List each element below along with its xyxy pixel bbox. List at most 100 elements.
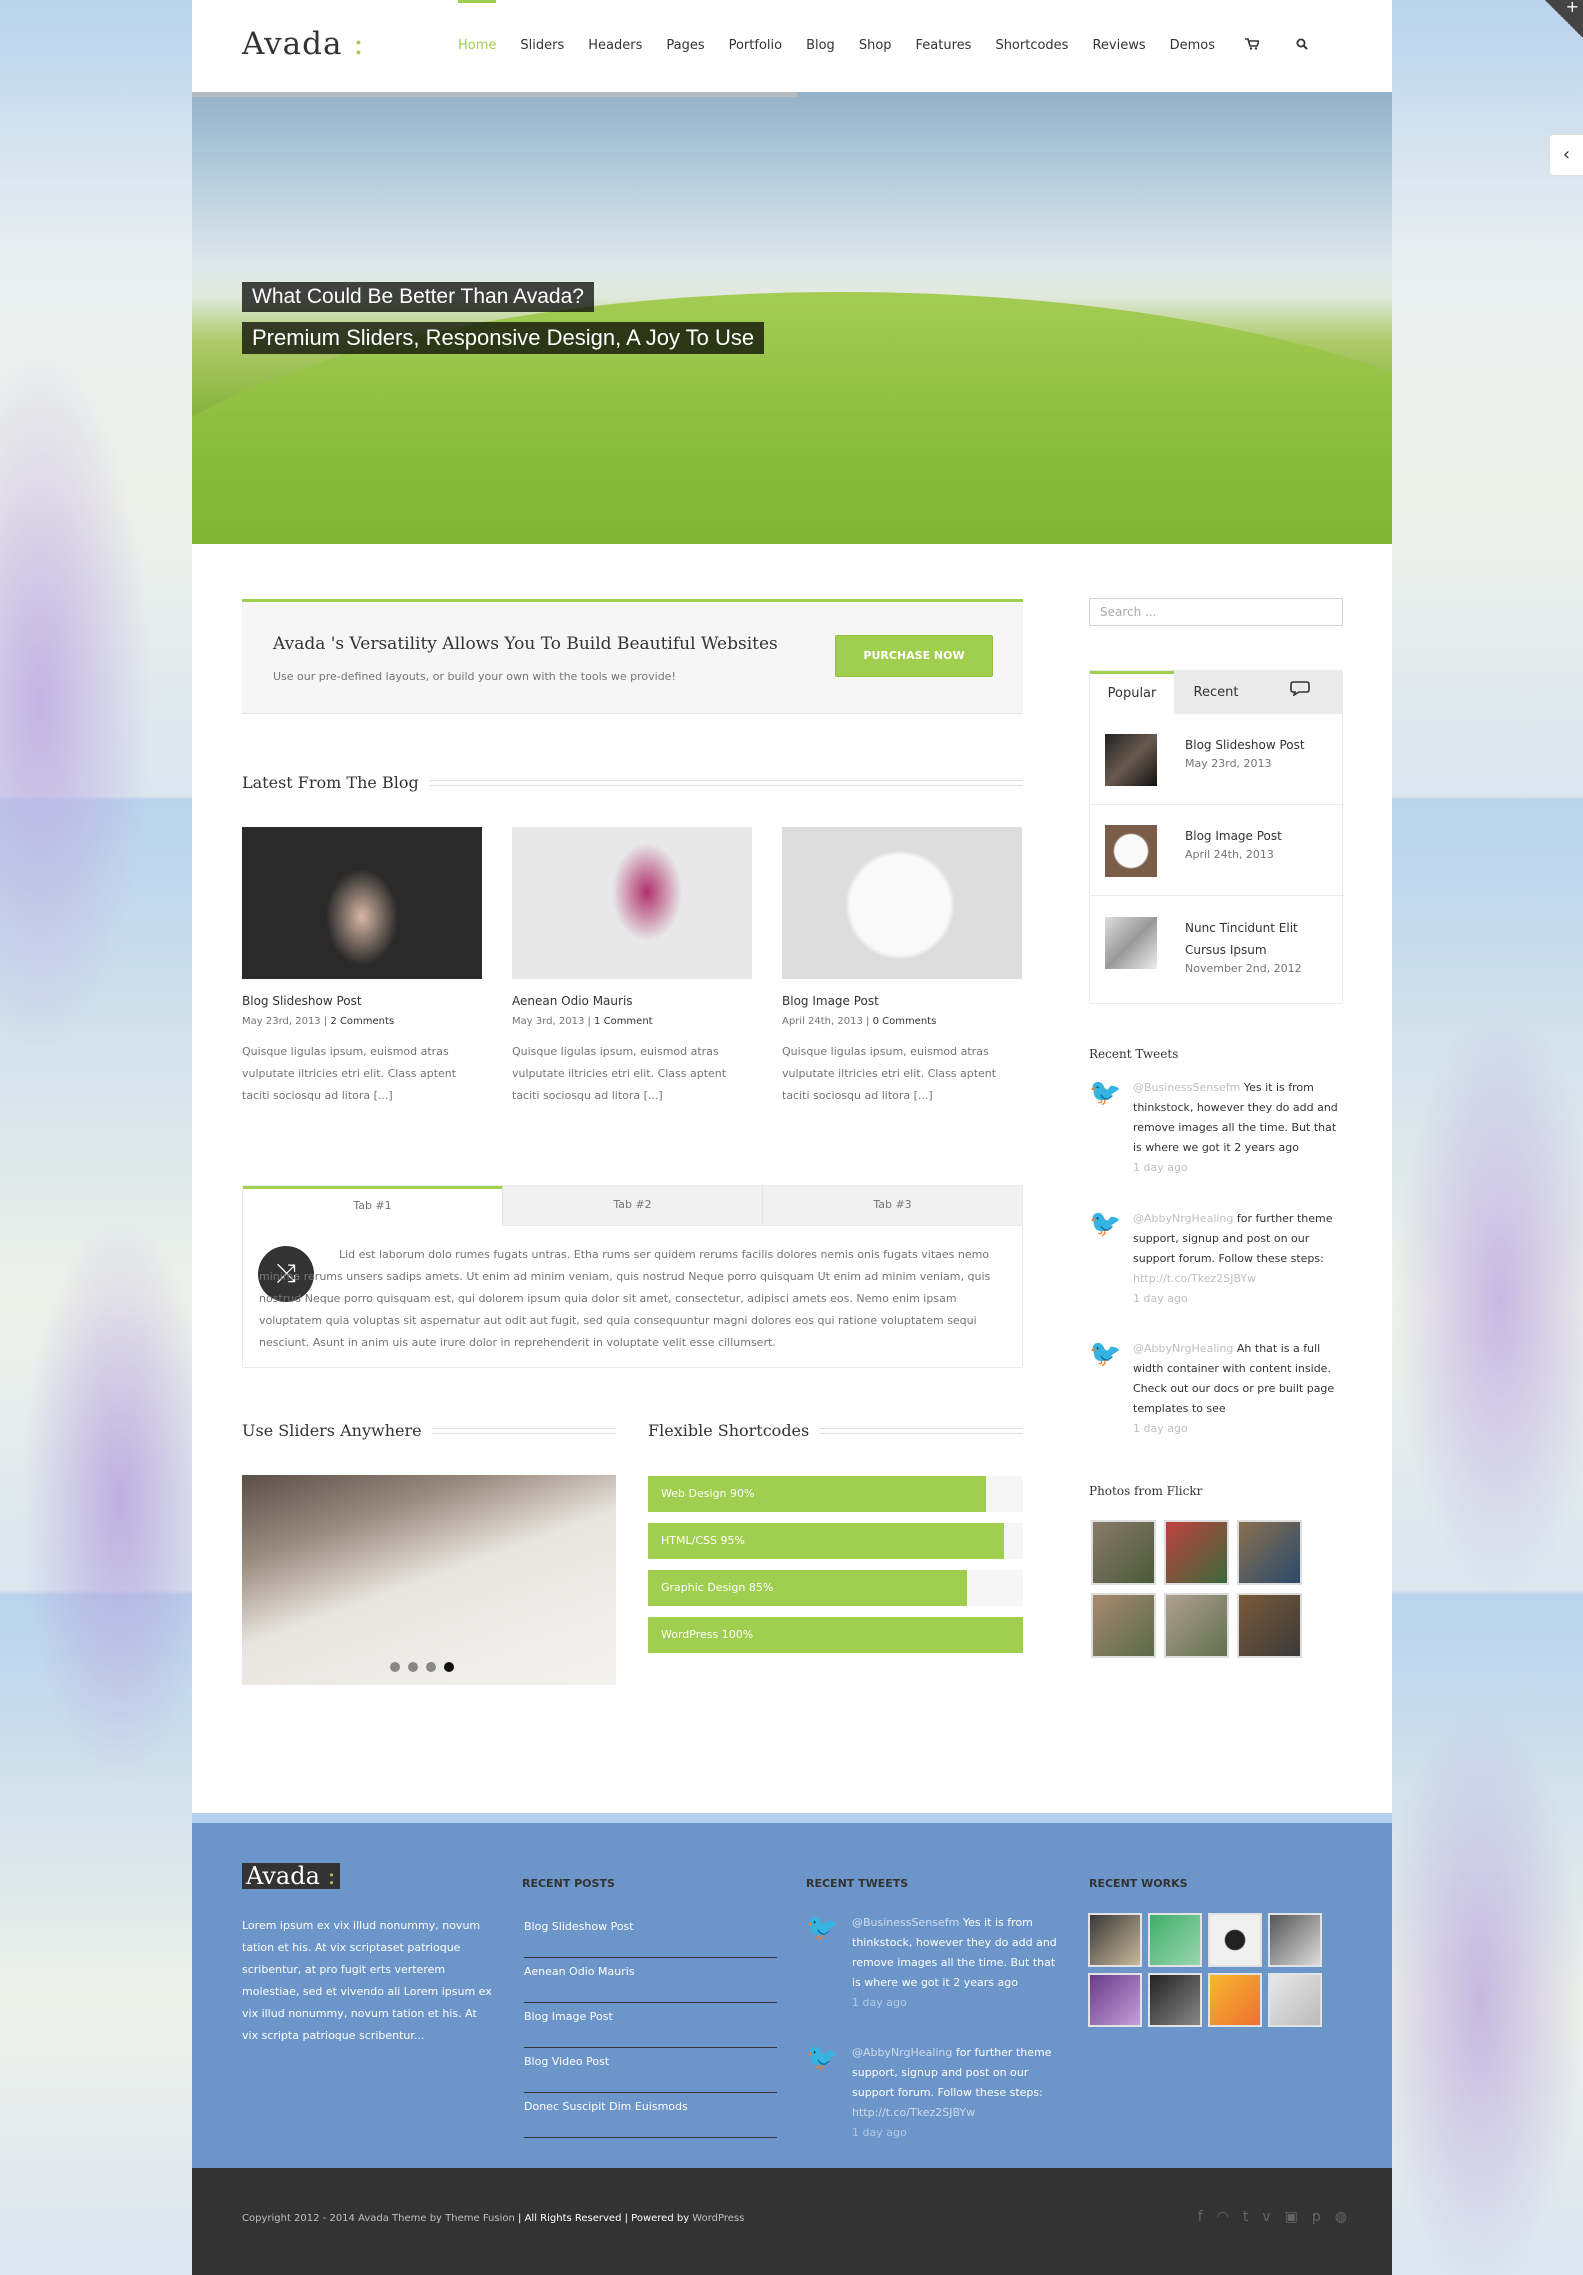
nav-reviews[interactable]: Reviews [1080,0,1157,92]
dribbble-icon[interactable]: ◍ [1335,2209,1347,2225]
logo[interactable]: Avada : [242,26,365,62]
nav-blog[interactable]: Blog [794,0,847,92]
search-icon[interactable] [1277,0,1327,92]
tab-comments[interactable] [1258,671,1342,714]
page-wrapper: Avada : Home Sliders Headers Pages Portf… [192,0,1392,2275]
tweet-user[interactable]: @AbbyNrgHealing [1133,1212,1233,1225]
post-title[interactable]: Aenean Odio Mauris [512,994,752,1008]
footer-about: Lorem ipsum ex vix illud nonummy, novum … [242,1919,492,2042]
tab-recent[interactable]: Recent [1174,671,1258,714]
tweet-user[interactable]: @AbbyNrgHealing [852,2046,952,2059]
slider-dot-active[interactable] [444,1662,454,1672]
work-thumbnail[interactable] [1268,1973,1322,2027]
tweet-time[interactable]: 1 day ago [852,2123,1067,2143]
nav-headers[interactable]: Headers [576,0,654,92]
post-thumbnail[interactable] [1105,734,1157,786]
chevron-left-icon[interactable]: ‹ [1549,134,1583,176]
post-thumbnail[interactable] [1105,917,1157,969]
work-thumbnail[interactable] [1268,1913,1322,1967]
flickr-photo[interactable] [1091,1520,1156,1585]
tweet-user[interactable]: @BusinessSensefm [852,1916,959,1929]
tweet-time[interactable]: 1 day ago [1133,1158,1348,1178]
tweet-user[interactable]: @AbbyNrgHealing [1133,1342,1233,1355]
work-thumbnail[interactable] [1148,1913,1202,1967]
footer-post-link[interactable]: Aenean Odio Mauris [524,1958,777,2003]
nav-demos[interactable]: Demos [1158,0,1227,92]
work-thumbnail[interactable] [1088,1913,1142,1967]
tweet-link[interactable]: http://t.co/Tkez2SJBYw [1133,1272,1256,1285]
nav-pages[interactable]: Pages [654,0,716,92]
footer-post-link[interactable]: Donec Suscipit Dim Euismods [524,2093,777,2138]
post-meta: May 3rd, 2013 | 1 Comment [512,1016,653,1027]
rss-icon[interactable]: ◠ [1217,2209,1229,2225]
comments-link[interactable]: 0 Comments [873,1016,937,1027]
footer-logo[interactable]: Avada : [242,1863,340,1889]
hero-caption-subtitle: Premium Sliders, Responsive Design, A Jo… [242,322,765,354]
post-image[interactable] [782,827,1022,979]
flickr-photo[interactable] [1091,1593,1156,1658]
pinterest-icon[interactable]: p [1312,2209,1321,2225]
nav-shortcodes[interactable]: Shortcodes [983,0,1080,92]
flickr-photo[interactable] [1164,1520,1229,1585]
facebook-icon[interactable]: f [1198,2209,1203,2225]
tab-3[interactable]: Tab #3 [762,1186,1022,1226]
slider-dot[interactable] [426,1662,436,1672]
search-input[interactable]: Search ... [1089,598,1343,626]
progress-bar: Graphic Design 85% [648,1570,1023,1606]
flickr-photo[interactable] [1237,1593,1302,1658]
corner-toggle[interactable]: + [1545,0,1583,38]
footer-post-link[interactable]: Blog Slideshow Post [524,1913,777,1958]
work-thumbnail[interactable] [1148,1973,1202,2027]
widget-post-title[interactable]: Blog Image Post [1185,825,1335,847]
copyright-bar: Copyright 2012 - 2014 Avada Theme by The… [192,2168,1392,2275]
tab-2[interactable]: Tab #2 [502,1186,762,1226]
flickr-photo[interactable] [1164,1593,1229,1658]
social-links: f ◠ t v ▣ p ◍ [1198,2209,1347,2225]
post-title[interactable]: Blog Image Post [782,994,1022,1008]
instagram-icon[interactable]: ▣ [1285,2209,1298,2225]
post-excerpt: Quisque ligulas ipsum, euismod atras vul… [782,1045,997,1102]
post-image[interactable] [512,827,752,979]
tweet-time[interactable]: 1 day ago [1133,1289,1348,1309]
footer-post-link[interactable]: Blog Image Post [524,2003,777,2048]
comments-icon [1290,681,1310,697]
nav-features[interactable]: Features [904,0,984,92]
vimeo-icon[interactable]: v [1262,2209,1270,2225]
purchase-now-button[interactable]: PURCHASE NOW [835,635,993,677]
tweet-user[interactable]: @BusinessSensefm [1133,1081,1240,1094]
tweet-text: @BusinessSensefm Yes it is from thinksto… [1133,1078,1348,1178]
platform-link[interactable]: WordPress [692,2213,744,2224]
nav-shop[interactable]: Shop [847,0,904,92]
tab-popular[interactable]: Popular [1090,671,1174,714]
post-image[interactable] [242,827,482,979]
work-thumbnail[interactable] [1208,1973,1262,2027]
widget-post-title[interactable]: Blog Slideshow Post [1185,734,1335,756]
tweet-link[interactable]: http://t.co/Tkez2SJBYw [852,2106,975,2119]
cart-icon[interactable] [1227,0,1277,92]
tab-1[interactable]: Tab #1 [243,1186,502,1226]
widget-post-title[interactable]: Nunc Tincidunt Elit Cursus Ipsum [1185,917,1335,961]
author-link[interactable]: Theme Fusion [445,2213,515,2224]
work-thumbnail[interactable] [1208,1913,1262,1967]
slider-dot[interactable] [390,1662,400,1672]
flickr-photo[interactable] [1237,1520,1302,1585]
nav-portfolio[interactable]: Portfolio [717,0,794,92]
hero-slider[interactable]: What Could Be Better Than Avada? Premium… [192,92,1392,544]
work-thumbnail[interactable] [1088,1973,1142,2027]
comments-link[interactable]: 2 Comments [330,1016,394,1027]
post-excerpt: Quisque ligulas ipsum, euismod atras vul… [242,1045,457,1102]
progress-bar: Web Design 90% [648,1476,1023,1512]
slider-dot[interactable] [408,1662,418,1672]
tweet-time[interactable]: 1 day ago [852,1993,1067,2013]
post-title[interactable]: Blog Slideshow Post [242,994,482,1008]
footer-post-link[interactable]: Blog Video Post [524,2048,777,2093]
post-thumbnail[interactable] [1105,825,1157,877]
recent-works-grid [1088,1913,1322,2027]
twitter-icon[interactable]: t [1243,2209,1249,2225]
content-slider[interactable] [242,1475,616,1685]
nav-sliders[interactable]: Sliders [508,0,576,92]
comments-link[interactable]: 1 Comment [594,1016,653,1027]
tweet-time[interactable]: 1 day ago [1133,1419,1348,1439]
nav-home[interactable]: Home [446,0,508,92]
shortcodes-heading: Flexible Shortcodes [648,1421,820,1440]
